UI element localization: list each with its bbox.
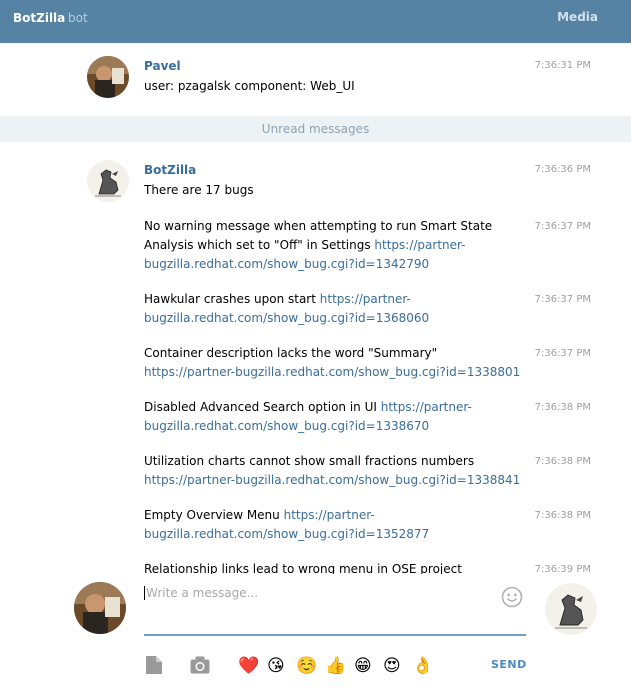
bug-title: Empty Overview Menu [144, 508, 284, 522]
message-time: 7:36:36 PM [534, 164, 591, 175]
chat-title[interactable]: BotZilla [13, 11, 65, 25]
bug-title: Container description lacks the word "Su… [144, 346, 438, 360]
message-time: 7:36:37 PM [534, 294, 591, 305]
message-text: Container description lacks the word "Su… [144, 344, 524, 382]
message-time: 7:36:38 PM [534, 402, 591, 413]
bug-link[interactable]: https://partner-bugzilla.redhat.com/show… [144, 473, 520, 487]
bug-title: Disabled Advanced Search option in UI [144, 400, 381, 414]
bug-title: Utilization charts cannot show small fra… [144, 454, 475, 468]
message-author[interactable]: BotZilla [144, 163, 196, 177]
emoji-smile[interactable]: ☺️ [296, 656, 317, 676]
media-button[interactable]: Media [557, 10, 598, 24]
message-text: Utilization charts cannot show small fra… [144, 452, 524, 490]
send-button[interactable]: SEND [491, 658, 527, 671]
emoji-ok-hand[interactable]: 👌 [412, 656, 433, 676]
text-cursor [144, 586, 145, 600]
avatar-pavel[interactable] [87, 56, 129, 98]
message-text: Disabled Advanced Search option in UI ht… [144, 398, 524, 436]
message-text: Empty Overview Menu https://partner-bugz… [144, 506, 524, 544]
message-time: 7:36:31 PM [534, 60, 591, 71]
message-text: No warning message when attempting to ru… [144, 217, 524, 274]
unread-label: Unread messages [261, 122, 370, 136]
peer-avatar[interactable] [545, 583, 597, 635]
emoji-picker-icon[interactable] [501, 586, 523, 608]
emoji-heart[interactable]: ❤️ [238, 656, 259, 676]
bug-link[interactable]: https://partner-bugzilla.redhat.com/show… [144, 365, 520, 379]
compose-area: Write a message... ❤️ 😘 ☺️ 👍 😁 😍 👌 SEND [0, 574, 631, 688]
emoji-kiss[interactable]: 😘 [267, 656, 285, 676]
message-time: 7:36:37 PM [534, 348, 591, 359]
message-text: Relationship links lead to wrong menu in… [144, 560, 524, 574]
my-avatar[interactable] [74, 582, 126, 634]
attach-file-icon[interactable] [143, 654, 165, 676]
message-time: 7:36:38 PM [534, 456, 591, 467]
message-input[interactable]: Write a message... [144, 584, 526, 636]
bug-title: Relationship links lead to wrong menu in… [144, 562, 462, 574]
attach-photo-icon[interactable] [189, 654, 211, 676]
emoji-thumbs-up[interactable]: 👍 [325, 656, 346, 676]
message-text: There are 17 bugs [144, 183, 254, 197]
bug-title: Hawkular crashes upon start [144, 292, 320, 306]
message-author[interactable]: Pavel [144, 59, 181, 73]
message-time: 7:36:39 PM [534, 564, 591, 574]
emoji-heart-eyes[interactable]: 😍 [383, 656, 401, 676]
avatar-botzilla[interactable] [87, 160, 129, 202]
emoji-grin[interactable]: 😁 [354, 656, 372, 676]
chat-header: BotZilla bot Media [0, 0, 631, 43]
chat-subtitle: bot [68, 11, 88, 25]
message-text: Hawkular crashes upon start https://part… [144, 290, 524, 328]
message-text: user: pzagalsk component: Web_UI [144, 79, 355, 93]
compose-toolbar: ❤️ 😘 ☺️ 👍 😁 😍 👌 SEND [0, 654, 631, 678]
message-time: 7:36:38 PM [534, 510, 591, 521]
message-time: 7:36:37 PM [534, 221, 591, 232]
unread-separator: Unread messages [0, 116, 631, 142]
message-history[interactable]: Pavel 7:36:31 PM user: pzagalsk componen… [0, 43, 631, 574]
